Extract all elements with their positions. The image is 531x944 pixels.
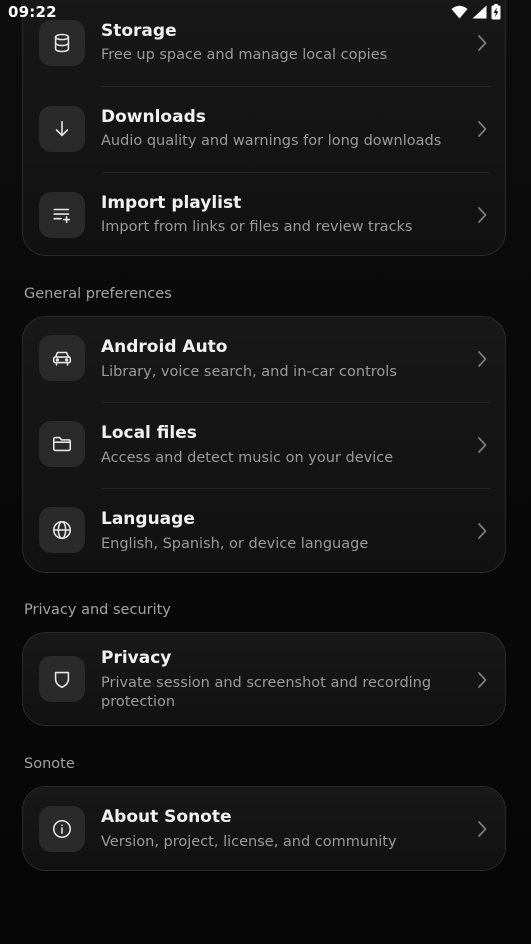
chevron-right-icon <box>478 821 487 837</box>
settings-item-downloads[interactable]: Downloads Audio quality and warnings for… <box>23 86 505 172</box>
settings-screen: 09:22 Storage Free up space and manage l… <box>0 0 531 944</box>
chevron-right-icon <box>478 523 487 539</box>
chevron-right-icon <box>478 351 487 367</box>
settings-item-subtitle: Version, project, license, and community <box>101 834 397 850</box>
downloads-icon-tile <box>39 106 85 152</box>
section-header-general-preferences: General preferences <box>24 286 172 302</box>
storage-settings-card: Storage Free up space and manage local c… <box>22 0 506 256</box>
import-playlist-icon-tile <box>39 192 85 238</box>
settings-item-privacy[interactable]: Privacy Private session and screenshot a… <box>23 633 505 727</box>
chevron-right-icon <box>478 35 487 51</box>
settings-item-subtitle: Library, voice search, and in-car contro… <box>101 364 397 380</box>
settings-item-title: Downloads <box>101 107 206 127</box>
chevron-right-icon <box>478 437 487 453</box>
section-header-privacy-and-security: Privacy and security <box>24 602 171 618</box>
settings-item-title: Language <box>101 509 195 529</box>
settings-item-android-auto[interactable]: Android Auto Library, voice search, and … <box>23 317 505 403</box>
about-card: About Sonote Version, project, license, … <box>22 786 506 871</box>
battery-charging-icon <box>491 4 501 20</box>
storage-icon-tile <box>39 20 85 66</box>
shield-icon <box>54 671 70 689</box>
section-header-sonote: Sonote <box>24 756 75 772</box>
database-icon <box>54 33 70 53</box>
settings-item-import-playlist[interactable]: Import playlist Import from links or fil… <box>23 172 505 258</box>
settings-item-language[interactable]: Language English, Spanish, or device lan… <box>23 489 505 575</box>
settings-item-subtitle: Audio quality and warnings for long down… <box>101 133 442 149</box>
settings-item-subtitle: Private session and screenshot and recor… <box>101 675 432 710</box>
about-icon-tile <box>39 806 85 852</box>
chevron-right-icon <box>478 121 487 137</box>
settings-item-title: Android Auto <box>101 337 228 357</box>
download-arrow-icon <box>55 120 69 137</box>
settings-item-subtitle: Import from links or files and review tr… <box>101 219 413 235</box>
settings-item-subtitle: Access and detect music on your device <box>101 450 394 466</box>
playlist-add-icon <box>53 208 71 224</box>
local-files-icon-tile <box>39 421 85 467</box>
wifi-icon <box>451 5 468 19</box>
info-icon <box>52 819 72 839</box>
settings-item-local-files[interactable]: Local files Access and detect music on y… <box>23 403 505 489</box>
chevron-right-icon <box>478 207 487 223</box>
chevron-right-icon <box>478 672 487 688</box>
settings-item-title: Import playlist <box>101 193 242 213</box>
car-icon <box>52 351 72 366</box>
settings-item-about-sonote[interactable]: About Sonote Version, project, license, … <box>23 787 505 872</box>
folder-icon <box>52 436 72 452</box>
settings-item-title: Local files <box>101 423 197 443</box>
general-preferences-card: Android Auto Library, voice search, and … <box>22 316 506 573</box>
android-auto-icon-tile <box>39 335 85 381</box>
settings-item-subtitle: Free up space and manage local copies <box>101 47 388 63</box>
settings-item-title: About Sonote <box>101 807 232 827</box>
status-time: 09:22 <box>8 3 57 21</box>
signal-icon <box>472 5 487 19</box>
status-icons <box>451 4 501 20</box>
privacy-card: Privacy Private session and screenshot a… <box>22 632 506 726</box>
language-icon-tile <box>39 507 85 553</box>
settings-item-title: Privacy <box>101 648 172 668</box>
settings-item-subtitle: English, Spanish, or device language <box>101 536 369 552</box>
status-bar: 09:22 <box>0 0 531 26</box>
privacy-icon-tile <box>39 656 85 702</box>
globe-icon <box>52 520 72 540</box>
